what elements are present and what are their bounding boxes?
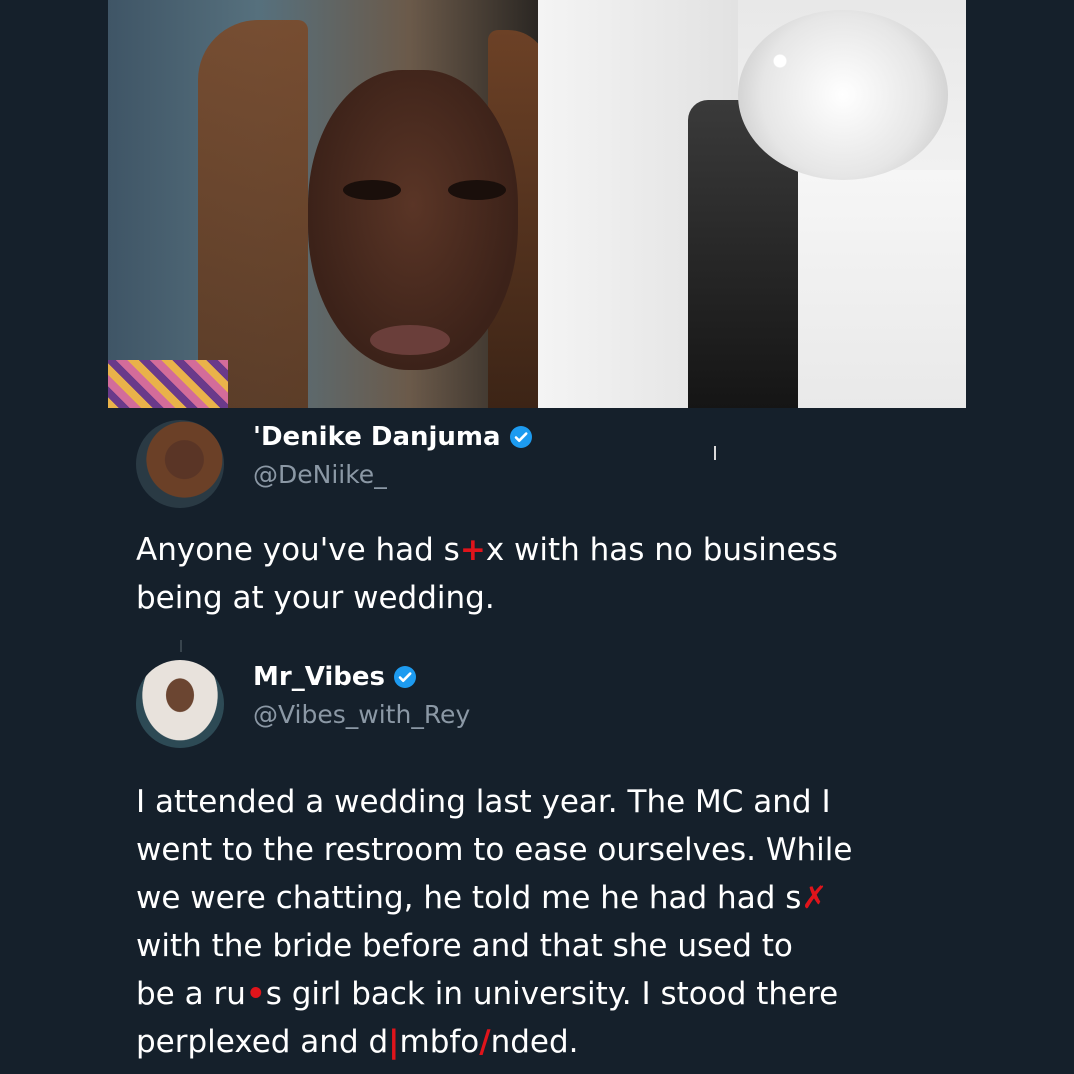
text-line: with the bride before and that she used … bbox=[136, 928, 793, 964]
avatar[interactable] bbox=[136, 420, 224, 508]
wedding-bouquet-photo bbox=[538, 0, 966, 408]
avatar[interactable] bbox=[136, 660, 224, 748]
text-segment: we were chatting, he told me he had had … bbox=[136, 880, 802, 916]
censor-mark: + bbox=[459, 532, 486, 568]
text-line: I attended a wedding last year. The MC a… bbox=[136, 784, 831, 820]
verified-badge-icon bbox=[509, 426, 532, 448]
text-segment: x with has no business bbox=[485, 532, 838, 568]
text-segment: be a ru bbox=[136, 976, 246, 1012]
text-line: went to the restroom to ease ourselves. … bbox=[136, 832, 853, 868]
text-line: being at your wedding. bbox=[136, 580, 495, 616]
tweet-text: I attended a wedding last year. The MC a… bbox=[136, 778, 936, 1066]
text-segment: Anyone you've had s bbox=[136, 532, 460, 568]
handle[interactable]: @DeNiike_ bbox=[253, 460, 387, 489]
text-segment: s girl back in university. I stood there bbox=[265, 976, 839, 1012]
handle[interactable]: @Vibes_with_Rey bbox=[253, 700, 470, 729]
censor-mark: • bbox=[245, 976, 266, 1012]
author-row: Mr_Vibes bbox=[253, 662, 417, 692]
header-photo-collage bbox=[108, 0, 966, 408]
verified-badge-icon bbox=[394, 666, 416, 688]
thread-connector bbox=[180, 640, 182, 652]
text-segment: perplexed and d bbox=[136, 1024, 389, 1060]
text-segment: nded. bbox=[490, 1024, 579, 1060]
display-name[interactable]: 'Denike Danjuma bbox=[253, 422, 501, 452]
censor-mark: ✗ bbox=[801, 880, 828, 916]
stray-mark bbox=[714, 446, 716, 460]
tweet-text: Anyone you've had s+x with has no busine… bbox=[136, 526, 936, 622]
display-name[interactable]: Mr_Vibes bbox=[253, 662, 385, 692]
author-row: 'Denike Danjuma bbox=[253, 422, 533, 452]
text-segment: mbfo bbox=[399, 1024, 480, 1060]
censor-mark: | bbox=[388, 1024, 400, 1060]
censor-mark: / bbox=[479, 1024, 491, 1060]
woman-selfie-photo bbox=[108, 0, 538, 408]
